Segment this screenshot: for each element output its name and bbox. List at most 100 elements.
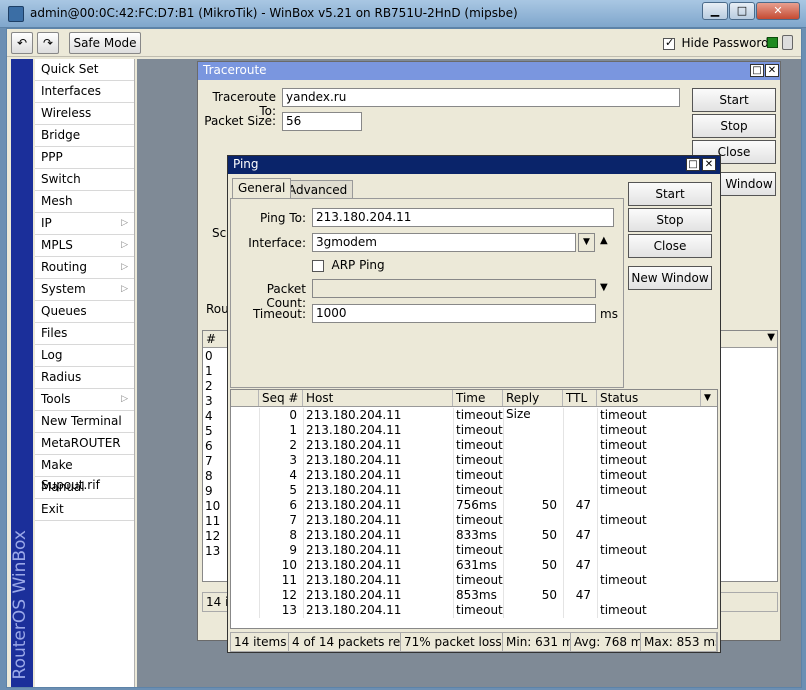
interface-select[interactable]: 3gmodem (312, 233, 576, 252)
hide-passwords-checkbox[interactable] (663, 36, 675, 50)
arp-ping-label: ARP Ping (331, 258, 385, 272)
arp-ping-option[interactable]: ARP Ping (312, 258, 385, 272)
ping-cell-time: timeout (456, 513, 503, 527)
ping-cell-seq: 2 (289, 438, 297, 452)
sidebar-item-make-supout-rif[interactable]: Make Supout.rif (35, 455, 134, 492)
cell-divider (597, 498, 598, 513)
cell-divider (453, 453, 454, 468)
ping-columns-dropdown-icon[interactable]: ▼ (701, 390, 717, 406)
ping-cell-seq: 7 (289, 513, 297, 527)
ping-maximize-icon[interactable]: □ (686, 158, 700, 171)
sidebar-item-log[interactable]: Log (35, 345, 134, 367)
ping-close-icon[interactable]: ✕ (702, 158, 716, 171)
ping-table-row[interactable]: 9 213.180.204.11 timeout timeout (231, 543, 717, 558)
traceroute-row-num: 3 (205, 394, 213, 408)
cell-divider (259, 453, 260, 468)
traceroute-columns-dropdown-icon[interactable]: ▼ (767, 332, 775, 343)
brand-strip: RouterOS WinBox (10, 59, 33, 687)
sidebar-item-exit[interactable]: Exit (35, 499, 134, 521)
sidebar-item-label: Log (41, 348, 63, 362)
sidebar-item-queues[interactable]: Queues (35, 301, 134, 323)
sidebar-item-quick-set[interactable]: Quick Set (35, 59, 134, 81)
ping-col-time[interactable]: Time (453, 390, 503, 406)
ping-stop-button[interactable]: Stop (628, 208, 712, 232)
ping-col-host[interactable]: Host (303, 390, 453, 406)
sidebar-item-bridge[interactable]: Bridge (35, 125, 134, 147)
ping-to-input[interactable]: 213.180.204.11 (312, 208, 614, 227)
sidebar-item-interfaces[interactable]: Interfaces (35, 81, 134, 103)
ping-start-button[interactable]: Start (628, 182, 712, 206)
ping-col-status[interactable]: Status (597, 390, 701, 406)
traceroute-start-button[interactable]: Start (692, 88, 776, 112)
ping-cell-time: 756ms (456, 498, 497, 512)
sidebar-item-mpls[interactable]: MPLS ▷ (35, 235, 134, 257)
sidebar-item-files[interactable]: Files (35, 323, 134, 345)
ping-close-button[interactable]: Close (628, 234, 712, 258)
ping-new-window-button[interactable]: New Window (628, 266, 712, 290)
timeout-input[interactable]: 1000 (312, 304, 596, 323)
sidebar-item-manual[interactable]: Manual (35, 477, 134, 499)
packet-size-input[interactable]: 56 (282, 112, 362, 131)
ping-table-row[interactable]: 4 213.180.204.11 timeout timeout (231, 468, 717, 483)
tab-general[interactable]: General (232, 178, 292, 198)
ping-table-row[interactable]: 5 213.180.204.11 timeout timeout (231, 483, 717, 498)
ping-cell-host: 213.180.204.11 (306, 603, 402, 617)
traceroute-stop-button[interactable]: Stop (692, 114, 776, 138)
ping-col-ttl[interactable]: TTL (563, 390, 597, 406)
interface-dropdown-icon[interactable]: ▼ (578, 233, 595, 252)
interface-collapse-icon[interactable]: ▲ (600, 235, 608, 246)
sidebar-item-routing[interactable]: Routing ▷ (35, 257, 134, 279)
packet-count-input[interactable] (312, 279, 596, 298)
traceroute-row-num: 11 (205, 514, 221, 528)
ping-table-row[interactable]: 11 213.180.204.11 timeout timeout (231, 573, 717, 588)
hide-passwords-toggle[interactable]: Hide Passwords (663, 36, 775, 50)
sidebar-item-switch[interactable]: Switch (35, 169, 134, 191)
ping-table-row[interactable]: 3 213.180.204.11 timeout timeout (231, 453, 717, 468)
sidebar-item-metarouter[interactable]: MetaROUTER (35, 433, 134, 455)
ping-table-row[interactable]: 12 213.180.204.11 853ms 50 47 (231, 588, 717, 603)
sidebar-item-tools[interactable]: Tools ▷ (35, 389, 134, 411)
sidebar-item-mesh[interactable]: Mesh (35, 191, 134, 213)
ping-table-row[interactable]: 1 213.180.204.11 timeout timeout (231, 423, 717, 438)
packet-count-dropdown-icon[interactable]: ▼ (600, 282, 608, 293)
sidebar-item-radius[interactable]: Radius (35, 367, 134, 389)
arp-ping-checkbox[interactable] (312, 260, 324, 272)
sidebar-item-ip[interactable]: IP ▷ (35, 213, 134, 235)
redo-button[interactable]: ↷ (37, 32, 59, 54)
ping-table-row[interactable]: 6 213.180.204.11 756ms 50 47 (231, 498, 717, 513)
safe-mode-button[interactable]: Safe Mode (69, 32, 141, 54)
ping-col-seq[interactable]: Seq # (259, 390, 303, 406)
ping-cell-host: 213.180.204.11 (306, 588, 402, 602)
undo-button[interactable]: ↶ (11, 32, 33, 54)
cell-divider (503, 513, 504, 528)
ping-table-row[interactable]: 10 213.180.204.11 631ms 50 47 (231, 558, 717, 573)
cell-divider (563, 603, 564, 618)
sidebar-item-ppp[interactable]: PPP (35, 147, 134, 169)
ping-table-row[interactable]: 2 213.180.204.11 timeout timeout (231, 438, 717, 453)
tab-advanced[interactable]: Advanced (282, 180, 354, 198)
ping-table-row[interactable]: 7 213.180.204.11 timeout timeout (231, 513, 717, 528)
sidebar-item-label: MPLS (41, 238, 73, 252)
close-window-button[interactable]: ✕ (756, 2, 800, 20)
cell-divider (563, 483, 564, 498)
sidebar-item-wireless[interactable]: Wireless (35, 103, 134, 125)
minimize-button[interactable]: ▁ (702, 2, 728, 20)
timeout-label: Timeout: (252, 307, 306, 321)
traceroute-close-icon[interactable]: ✕ (765, 64, 779, 77)
traceroute-to-input[interactable]: yandex.ru (282, 88, 680, 107)
cell-divider (259, 528, 260, 543)
ping-table-row[interactable]: 0 213.180.204.11 timeout timeout (231, 408, 717, 423)
ping-col-reply-size[interactable]: Reply Size (503, 390, 563, 421)
ping-cell-host: 213.180.204.11 (306, 573, 402, 587)
sidebar-item-new-terminal[interactable]: New Terminal (35, 411, 134, 433)
traceroute-col-hash[interactable]: # (203, 331, 227, 347)
cell-divider (503, 408, 504, 423)
traceroute-maximize-icon[interactable]: □ (750, 64, 764, 77)
ping-table-row[interactable]: 8 213.180.204.11 833ms 50 47 (231, 528, 717, 543)
maximize-button[interactable]: □ (729, 2, 755, 20)
ping-table-row[interactable]: 13 213.180.204.11 timeout timeout (231, 603, 717, 618)
ping-to-label: Ping To: (259, 211, 306, 225)
ping-cell-time: 833ms (456, 528, 497, 542)
sidebar-item-system[interactable]: System ▷ (35, 279, 134, 301)
cell-divider (563, 573, 564, 588)
